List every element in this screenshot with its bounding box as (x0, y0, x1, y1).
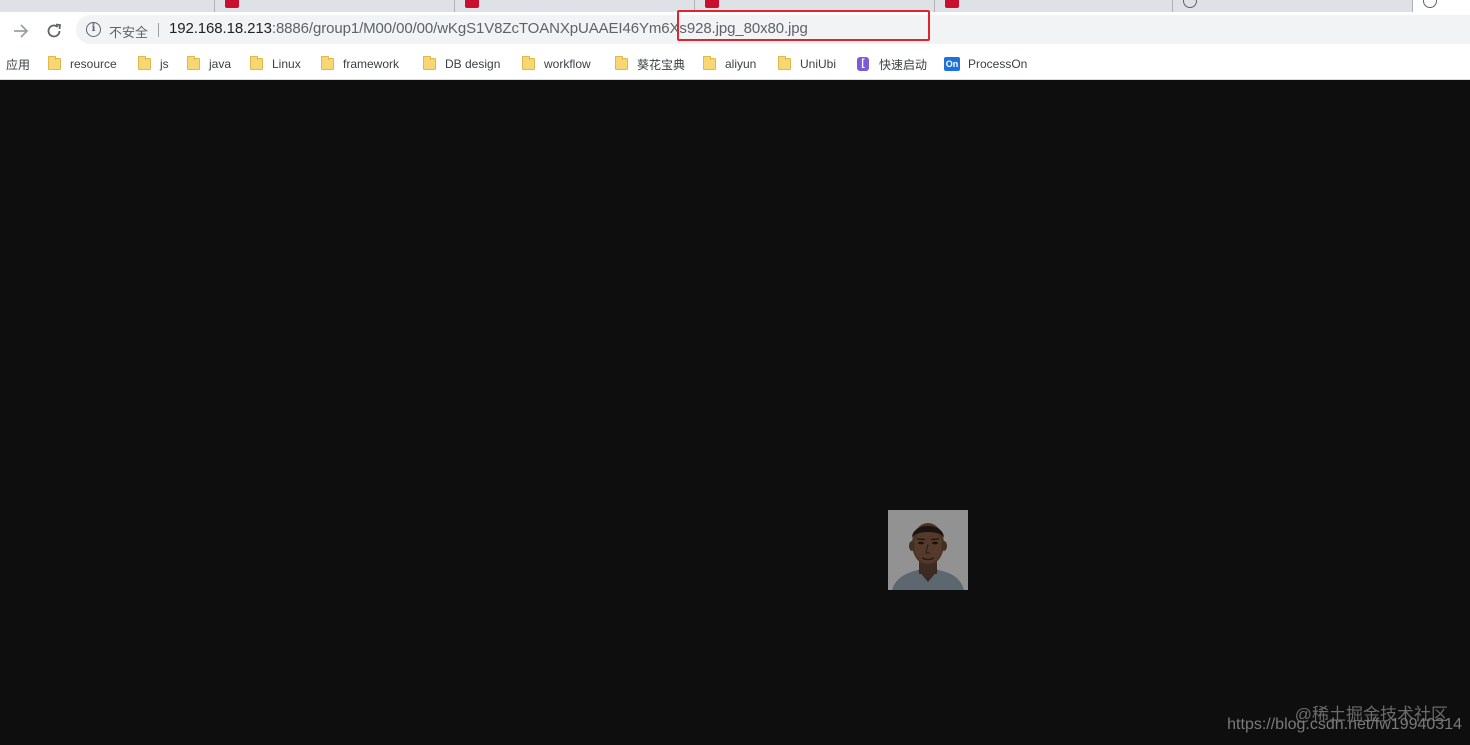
folder-icon (615, 56, 628, 70)
processon-icon: On (944, 57, 960, 71)
bookmark-label: resource (70, 57, 117, 71)
bookmark-processon[interactable]: On ProcessOn (944, 55, 1027, 73)
bookmark-quick-launch[interactable]: [ 快速启动 (857, 55, 927, 73)
globe-icon (1423, 0, 1437, 8)
tab-favicon-icon (945, 0, 959, 8)
bookmark-label: framework (343, 57, 400, 71)
browser-tab[interactable] (215, 0, 455, 12)
divider (158, 23, 159, 37)
folder-icon (187, 56, 200, 70)
folder-icon (138, 56, 151, 70)
bookmark-label: java (209, 57, 232, 71)
bookmark-label: 快速启动 (879, 57, 928, 72)
bookmark-label: aliyun (725, 57, 757, 71)
tab-favicon-icon (465, 0, 479, 8)
forward-button[interactable] (8, 18, 34, 44)
bookmark-aliyun[interactable]: aliyun (703, 55, 756, 73)
bookmark-db-design[interactable]: DB design (423, 55, 500, 73)
bookmark-label: UniUbi (800, 57, 837, 71)
folder-icon (423, 56, 436, 70)
bookmark-linux[interactable]: Linux (250, 55, 301, 73)
tab-favicon-icon (705, 0, 719, 8)
annotation-highlight-box (677, 10, 930, 41)
folder-icon (321, 56, 334, 70)
browser-tab[interactable] (0, 0, 215, 12)
browser-tab[interactable] (455, 0, 695, 12)
info-icon[interactable]: i (86, 22, 101, 37)
bookmark-resource[interactable]: resource (48, 55, 117, 73)
image-viewer: @稀土掘金技术社区 https://blog.csdn.net/fw199403… (0, 81, 1470, 745)
browser-tab[interactable] (1173, 0, 1413, 12)
quick-launch-icon: [ (857, 57, 869, 71)
folder-icon (250, 56, 263, 70)
bookmark-label: DB design (445, 57, 501, 71)
bookmark-apps[interactable]: 应用 (6, 55, 30, 73)
tab-favicon-icon (225, 0, 239, 8)
folder-icon (522, 56, 535, 70)
bookmark-framework[interactable]: framework (321, 55, 399, 73)
portrait-image (888, 510, 968, 590)
bookmark-java[interactable]: java (187, 55, 231, 73)
thumbnail-image[interactable] (888, 510, 968, 590)
bookmarks-bar: 应用 resource js java Linux framework DB d… (0, 48, 1470, 80)
url-host: 192.168.18.213 (169, 20, 272, 37)
bookmark-workflow[interactable]: workflow (522, 55, 591, 73)
arrow-right-icon (14, 24, 29, 38)
browser-tab[interactable] (935, 0, 1173, 12)
bookmark-js[interactable]: js (138, 55, 169, 73)
bookmark-label: 葵花宝典 (637, 57, 686, 72)
reload-button[interactable] (41, 18, 67, 44)
credit-url: https://blog.csdn.net/fw19940314 (1227, 716, 1462, 733)
browser-tab-active[interactable] (1413, 0, 1470, 12)
folder-icon (778, 56, 791, 70)
bookmark-label: Linux (272, 57, 301, 71)
bookmark-label: ProcessOn (968, 57, 1028, 71)
folder-icon (703, 56, 716, 70)
bookmark-uniubi[interactable]: UniUbi (778, 55, 836, 73)
bookmark-label: js (160, 57, 169, 71)
security-status[interactable]: 不安全 (109, 22, 148, 41)
bookmark-label: 应用 (6, 57, 31, 72)
bookmark-kuihua[interactable]: 葵花宝典 (615, 55, 685, 73)
globe-icon (1183, 0, 1197, 8)
bookmark-label: workflow (544, 57, 591, 71)
reload-icon (47, 23, 62, 38)
folder-icon (48, 56, 61, 70)
